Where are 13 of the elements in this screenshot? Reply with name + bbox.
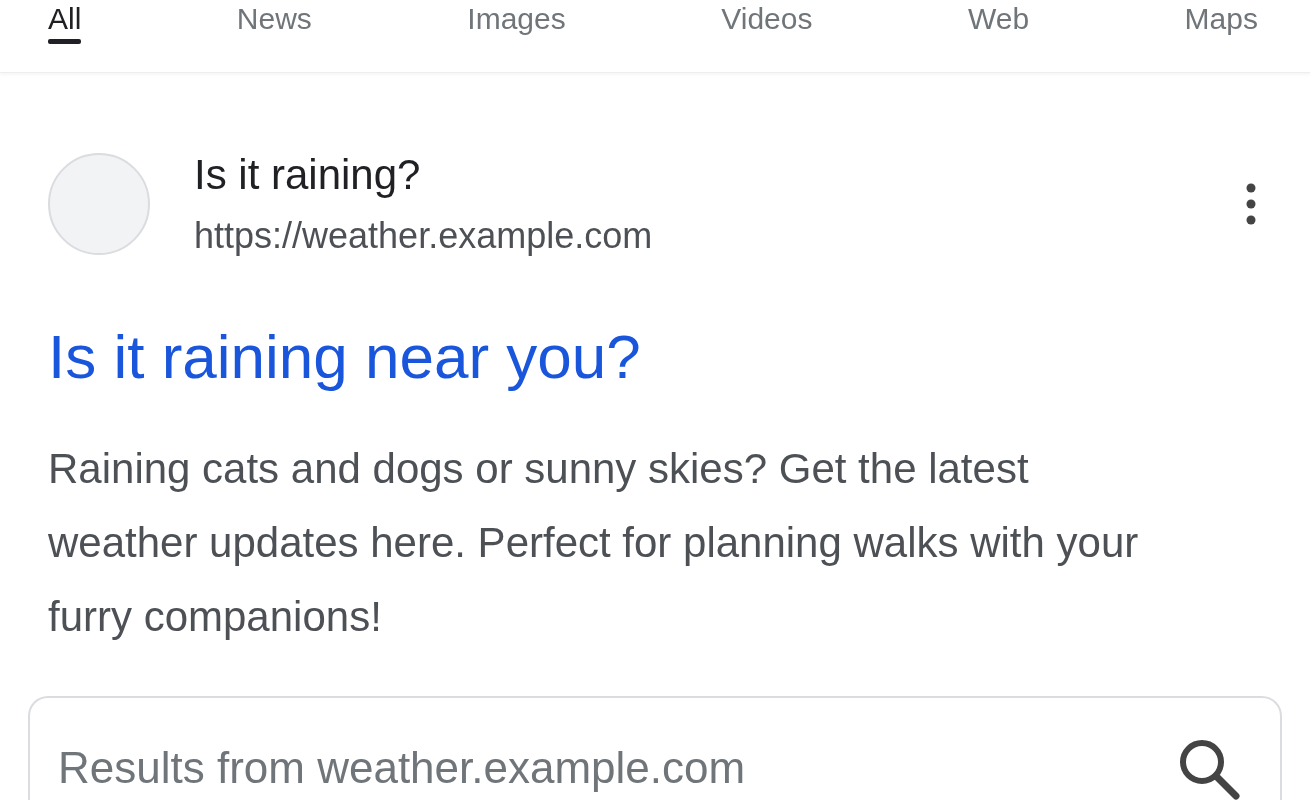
tab[interactable]: Images (467, 0, 566, 44)
tab[interactable]: Web (967, 0, 1030, 44)
result-title-link[interactable]: Is it raining near you? (48, 321, 641, 392)
more-options-icon[interactable] (1246, 183, 1256, 225)
tab[interactable]: Videos (721, 0, 813, 44)
result-snippet: Raining cats and dogs or sunny skies? Get the latest weather updates here. Perfect for planning walks with your furry companions! (48, 444, 1140, 642)
site-url: https://weather.example.com (194, 215, 654, 257)
site-name: Is it raining? (194, 151, 422, 199)
tab[interactable]: All (48, 0, 82, 44)
tab[interactable]: Maps (1184, 0, 1258, 44)
site-search-box[interactable]: Results from weather.example.com (28, 696, 1282, 800)
site-search-field[interactable]: Results from weather.example.com (58, 723, 1176, 793)
tab[interactable]: News (236, 0, 312, 44)
